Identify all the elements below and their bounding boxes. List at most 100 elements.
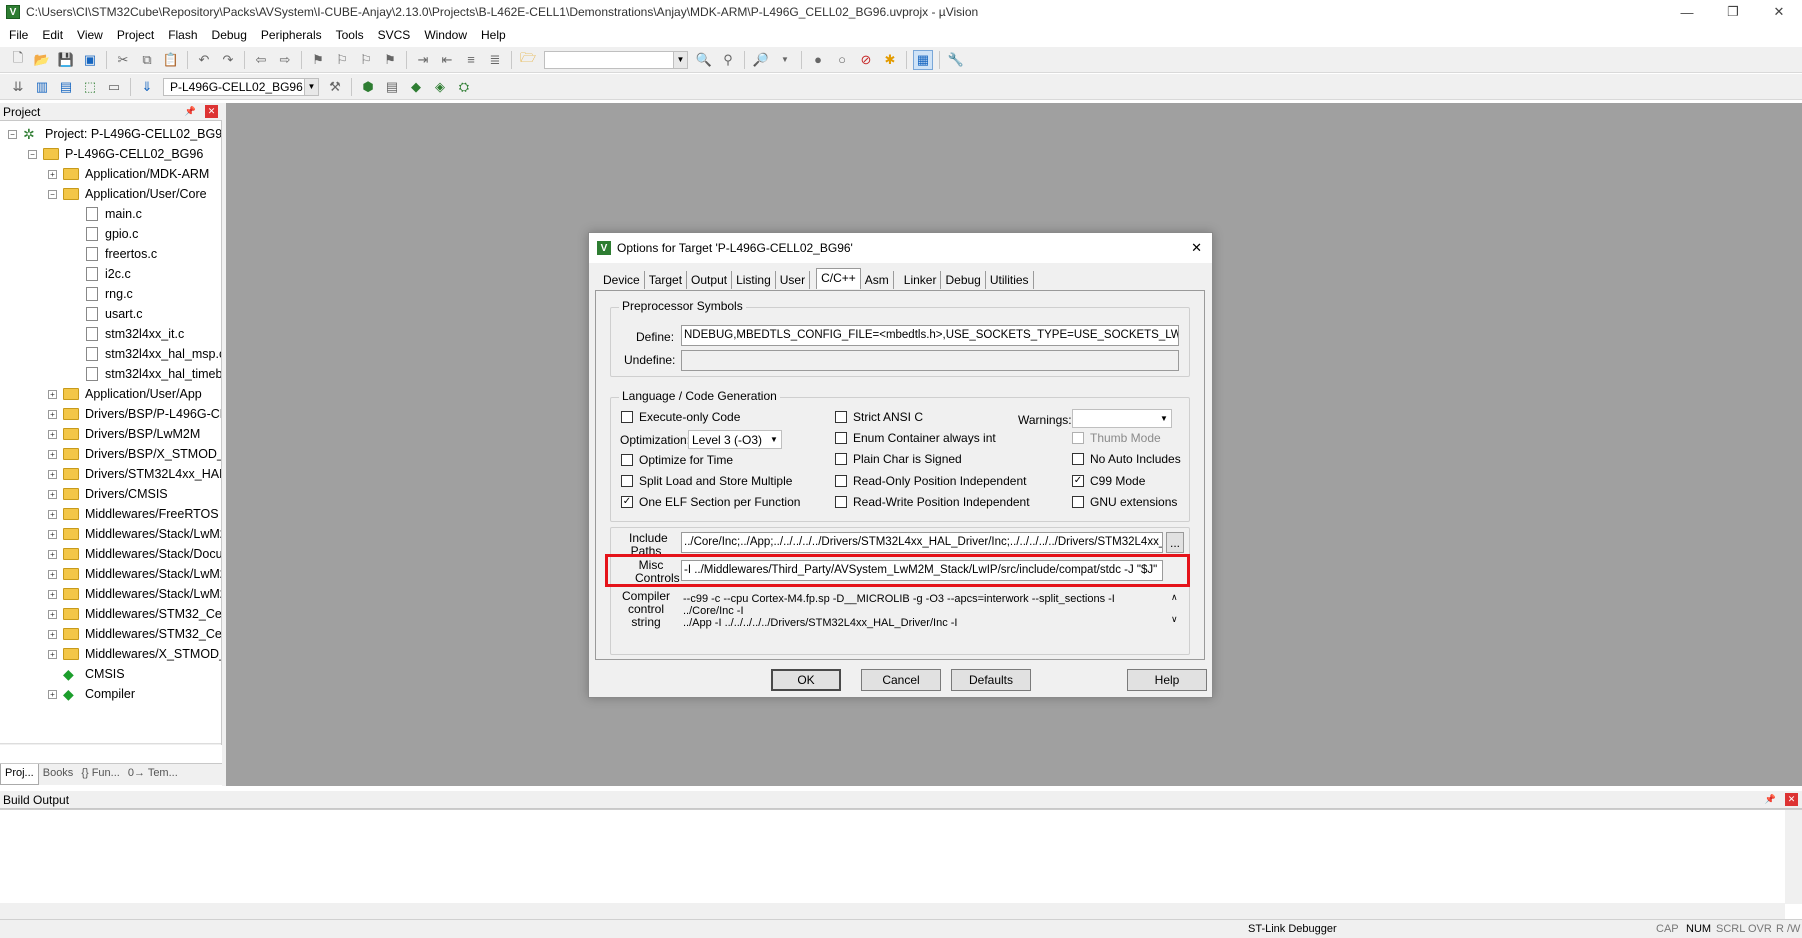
c99-mode-checkbox[interactable]: ✓ C99 Mode — [1072, 474, 1145, 488]
minimize-button[interactable]: — — [1664, 0, 1710, 24]
optimize-time-checkbox[interactable]: Optimize for Time — [621, 453, 733, 467]
tab-user[interactable]: User — [776, 271, 811, 289]
warnings-select[interactable]: ▼ — [1072, 409, 1172, 428]
navigate-back-icon[interactable]: ⇦ — [251, 50, 271, 70]
uncomment-icon[interactable]: ≣ — [485, 50, 505, 70]
debug-session-icon[interactable]: 🔎 — [751, 50, 771, 70]
wrench-icon[interactable]: 🔧 — [946, 50, 966, 70]
ropi-checkbox[interactable]: Read-Only Position Independent — [835, 474, 1026, 488]
scroll-up-icon[interactable]: ∧ — [1171, 592, 1178, 603]
find-combo[interactable]: ▼ — [544, 50, 688, 69]
enum-container-checkbox[interactable]: Enum Container always int — [835, 431, 996, 445]
expand-icon[interactable]: + — [48, 629, 57, 639]
collapse-icon[interactable]: − — [8, 129, 17, 139]
tree-item-group[interactable]: + Drivers/STM32L4xx_HAL_D — [48, 465, 221, 483]
tab-debug[interactable]: Debug — [941, 271, 986, 289]
tab-linker[interactable]: Linker — [900, 271, 942, 289]
bookmark-icon[interactable]: ⚑ — [308, 50, 328, 70]
manage-project-icon[interactable]: ⬢ — [358, 77, 378, 97]
manage-run-time-icon[interactable]: ◆ — [406, 77, 426, 97]
maximize-button[interactable]: ❐ — [1710, 0, 1756, 24]
expand-icon[interactable]: + — [48, 449, 57, 459]
copy-icon[interactable]: ⧉ — [137, 50, 157, 70]
rwpi-checkbox[interactable]: Read-Write Position Independent — [835, 495, 1030, 509]
tree-item-component[interactable]: + ◆ Compiler — [48, 685, 135, 703]
unindent-icon[interactable]: ⇤ — [437, 50, 457, 70]
tree-item-group[interactable]: + Drivers/CMSIS — [48, 485, 168, 503]
target-combo[interactable]: P-L496G-CELL02_BG96 ▼ — [163, 77, 319, 96]
expand-icon[interactable]: + — [48, 429, 57, 439]
find-icon[interactable]: 🔍 — [694, 50, 714, 70]
tree-item-file[interactable]: stm32l4xx_hal_msp.c — [86, 345, 221, 363]
configure-icon[interactable]: ✱ — [880, 50, 900, 70]
tree-item-group[interactable]: + Middlewares/FreeRTOS — [48, 505, 219, 523]
dialog-close-button[interactable]: ✕ — [1191, 240, 1202, 256]
save-icon[interactable]: 💾 — [56, 50, 76, 70]
tree-item-file[interactable]: usart.c — [86, 305, 143, 323]
tab-listing[interactable]: Listing — [732, 271, 776, 289]
tree-item-group[interactable]: + Application/MDK-ARM — [48, 165, 209, 183]
tab-utilities[interactable]: Utilities — [986, 271, 1034, 289]
tree-item-group[interactable]: + Middlewares/X_STMOD_P — [48, 645, 221, 663]
window-layout-icon[interactable]: ▦ — [913, 49, 933, 70]
build-icon[interactable]: ▥ — [32, 77, 52, 97]
tab-c-cpp[interactable]: C/C++ — [816, 268, 861, 289]
expand-icon[interactable]: + — [48, 689, 57, 699]
menu-peripherals[interactable]: Peripherals — [256, 28, 331, 42]
panel-splitter[interactable] — [222, 103, 226, 786]
expand-icon[interactable]: + — [48, 469, 57, 479]
tree-item-file[interactable]: main.c — [86, 205, 142, 223]
no-auto-includes-checkbox[interactable]: No Auto Includes — [1072, 452, 1181, 466]
menu-edit[interactable]: Edit — [37, 28, 72, 42]
prev-bookmark-icon[interactable]: ⚐ — [332, 50, 352, 70]
select-packs-icon[interactable]: ◈ — [430, 77, 450, 97]
tree-item-group[interactable]: + Drivers/BSP/P-L496G-CELL — [48, 405, 221, 423]
indent-icon[interactable]: ⇥ — [413, 50, 433, 70]
tree-item-file[interactable]: rng.c — [86, 285, 133, 303]
pack-installer-icon[interactable]: ⛭ — [454, 77, 474, 97]
paste-icon[interactable]: 📋 — [161, 50, 181, 70]
tree-item-group[interactable]: + Drivers/BSP/X_STMOD_PL — [48, 445, 221, 463]
cut-icon[interactable]: ✂ — [113, 50, 133, 70]
menu-file[interactable]: File — [4, 28, 37, 42]
translate-icon[interactable]: ⇊ — [8, 77, 28, 97]
split-load-checkbox[interactable]: Split Load and Store Multiple — [621, 474, 792, 488]
ok-button[interactable]: OK — [771, 669, 841, 691]
collapse-icon[interactable]: − — [28, 149, 37, 159]
rebuild-icon[interactable]: ▤ — [56, 77, 76, 97]
menu-tools[interactable]: Tools — [331, 28, 373, 42]
tree-item-file[interactable]: i2c.c — [86, 265, 131, 283]
tree-item-project-root[interactable]: − ✲ Project: P-L496G-CELL02_BG96 — [8, 125, 221, 143]
horizontal-scrollbar[interactable] — [0, 903, 1785, 919]
tab-books[interactable]: Books — [39, 764, 78, 785]
tab-templates[interactable]: 0→ Tem... — [124, 764, 182, 785]
strict-ansi-checkbox[interactable]: Strict ANSI C — [835, 410, 923, 424]
menu-svcs[interactable]: SVCS — [373, 28, 420, 42]
tree-item-group[interactable]: + Middlewares/STM32_Cellu — [48, 625, 221, 643]
tree-horizontal-scrollbar[interactable]: ◀ ▶ — [0, 743, 221, 745]
tree-item-group[interactable]: + Middlewares/Stack/Docur — [48, 545, 221, 563]
cancel-button[interactable]: Cancel — [861, 669, 941, 691]
close-window-button[interactable]: ✕ — [1756, 0, 1802, 24]
navigate-forward-icon[interactable]: ⇨ — [275, 50, 295, 70]
stop-build-icon[interactable]: ▭ — [104, 77, 124, 97]
undo-icon[interactable]: ↶ — [194, 50, 214, 70]
tree-item-file[interactable]: freertos.c — [86, 245, 157, 263]
expand-icon[interactable]: + — [48, 589, 57, 599]
menu-flash[interactable]: Flash — [163, 28, 206, 42]
tree-item-group[interactable]: + Drivers/BSP/LwM2M — [48, 425, 200, 443]
expand-icon[interactable]: + — [48, 609, 57, 619]
menu-debug[interactable]: Debug — [207, 28, 256, 42]
find-in-files-icon[interactable]: 🗁 — [518, 50, 538, 70]
expand-icon[interactable]: + — [48, 389, 57, 399]
vertical-scrollbar[interactable] — [1785, 810, 1802, 904]
redo-icon[interactable]: ↷ — [218, 50, 238, 70]
batch-build-icon[interactable]: ⬚ — [80, 77, 100, 97]
tree-item-component[interactable]: ◆ CMSIS — [63, 665, 125, 683]
tab-output[interactable]: Output — [687, 271, 733, 289]
tree-item-group[interactable]: + Middlewares/STM32_Cellu — [48, 605, 221, 623]
menu-project[interactable]: Project — [112, 28, 163, 42]
save-all-icon[interactable]: ▣ — [80, 50, 100, 70]
breakpoint-disable-icon[interactable]: ○ — [832, 50, 852, 70]
tab-functions[interactable]: {} Fun... — [77, 764, 124, 785]
